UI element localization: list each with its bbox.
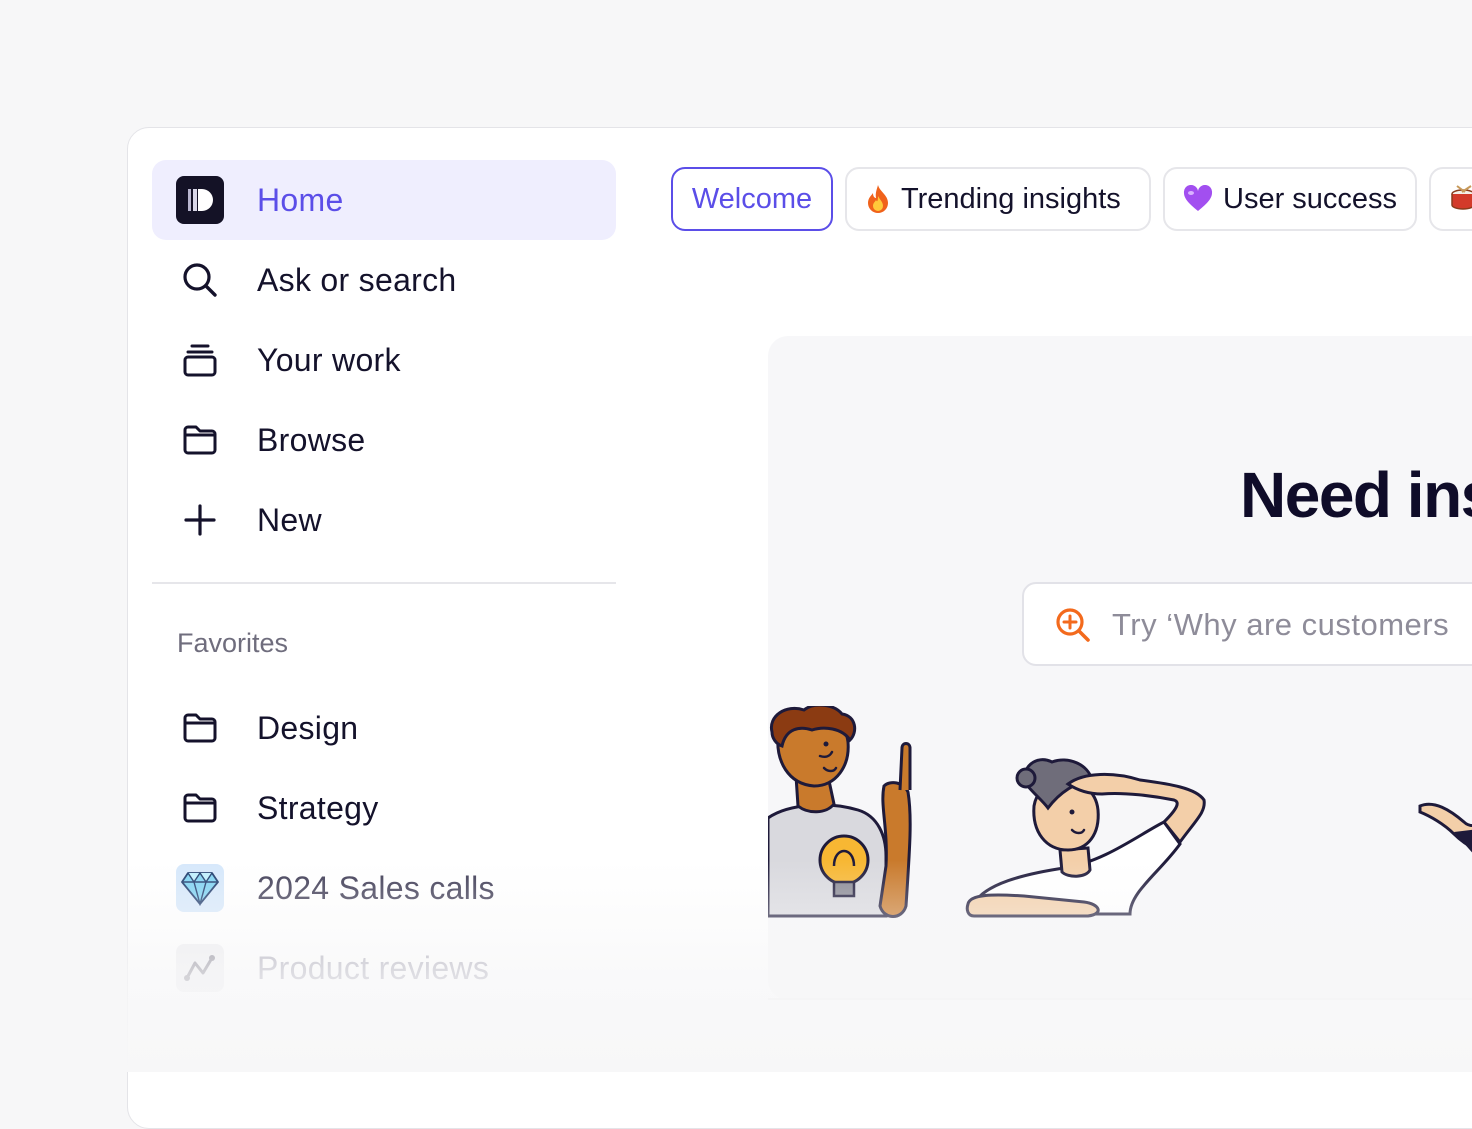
favorite-item-2024-sales-calls[interactable]: 2024 Sales calls [152,848,616,928]
logo-icon [176,176,224,224]
trend-icon [176,944,224,992]
tab-drum[interactable] [1429,167,1472,231]
favorite-item-strategy[interactable]: Strategy [152,768,616,848]
favorites-heading: Favorites [177,628,289,658]
sidebar-item-home[interactable]: Home [152,160,616,240]
welcome-headline: Need ins [1240,459,1472,531]
favorite-item-label: 2024 Sales calls [257,870,495,906]
app-window: Home Ask or search Your work Browse New … [127,127,1472,1129]
diamond-icon [176,864,224,912]
partial-figure-illustration [1418,802,1472,853]
tab-label: Welcome [691,182,813,215]
folder-icon [176,416,224,464]
sidebar-item-label: Browse [257,422,366,458]
card-divider [768,998,1472,1000]
tab-label: User success [1223,182,1398,215]
sidebar-item-label: Your work [257,342,401,378]
purple-heart-icon [1183,185,1213,213]
fire-emoji-icon [865,184,891,214]
tab-trending-insights[interactable]: Trending insights [845,167,1151,231]
sidebar-divider [152,582,616,584]
ask-search-box[interactable] [1022,582,1472,666]
ask-search-input[interactable] [1110,584,1472,666]
sidebar-item-new[interactable]: New [152,480,616,560]
search-insight-icon [1054,606,1092,649]
welcome-card: Need ins [768,336,1472,1000]
plus-icon [176,496,224,544]
person-thinking-illustration [965,758,1206,918]
favorite-item-label: Product reviews [257,950,490,986]
sidebar-item-label: Ask or search [257,262,457,298]
favorite-item-product-reviews[interactable]: Product reviews [152,928,616,1008]
stack-icon [176,336,224,384]
sidebar-item-label: Home [257,182,344,218]
sidebar-item-your-work[interactable]: Your work [152,320,616,400]
tab-user-success[interactable]: User success [1163,167,1417,231]
tab-label: Trending insights [901,182,1121,215]
folder-icon [176,784,224,832]
sidebar-item-label: New [257,502,322,538]
person-lightbulb-illustration [768,706,912,918]
sidebar-item-browse[interactable]: Browse [152,400,616,480]
drum-icon [1449,185,1472,213]
sidebar-item-ask-or-search[interactable]: Ask or search [152,240,616,320]
favorite-item-label: Design [257,710,359,746]
favorite-item-design[interactable]: Design [152,688,616,768]
tab-welcome[interactable]: Welcome [671,167,833,231]
folder-icon [176,704,224,752]
favorite-item-label: Strategy [257,790,379,826]
search-icon [176,256,224,304]
